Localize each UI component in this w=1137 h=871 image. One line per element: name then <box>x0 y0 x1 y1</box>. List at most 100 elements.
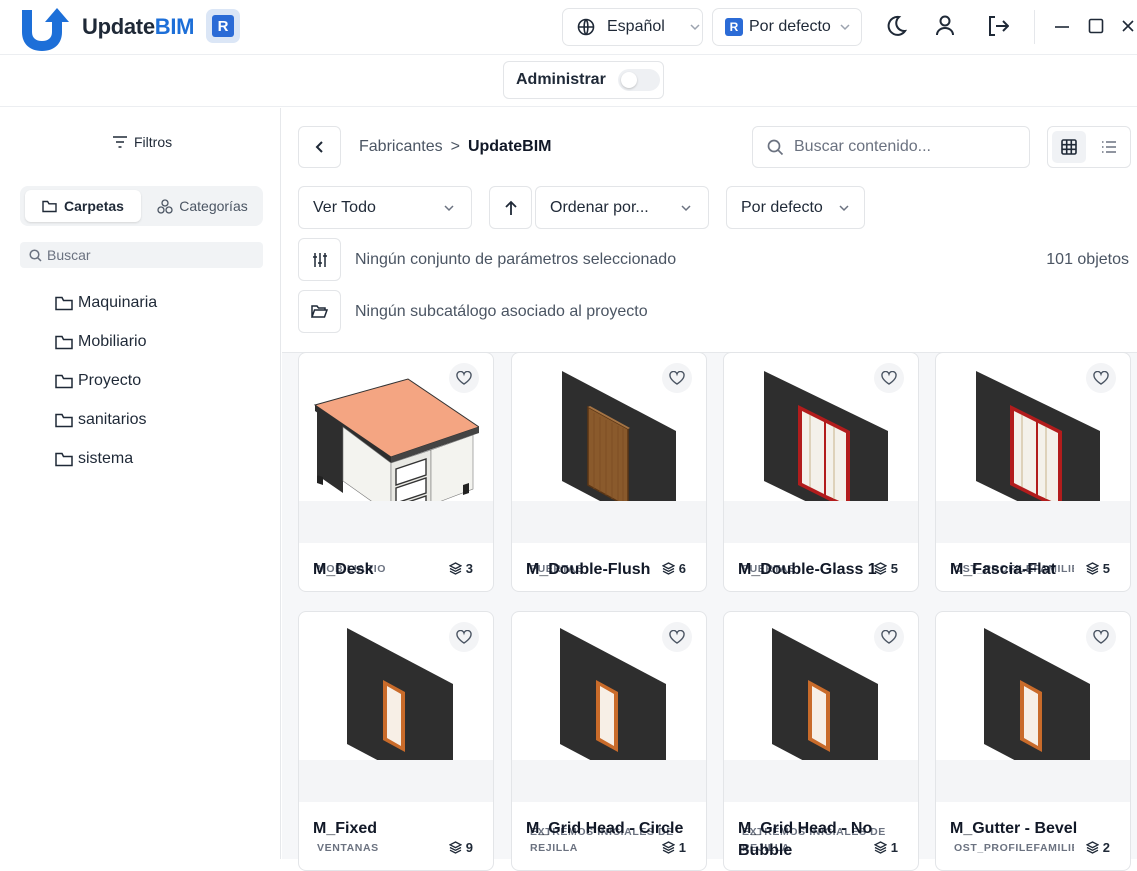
item-name: M_Fascia-Flat <box>950 561 1056 578</box>
list-view-button[interactable] <box>1092 131 1126 163</box>
breadcrumb-separator: > <box>450 138 460 155</box>
back-button[interactable] <box>298 126 341 168</box>
folder-label: Proyecto <box>78 372 142 389</box>
favorite-heart-icon[interactable] <box>662 363 692 393</box>
sort-by-select[interactable]: Ordenar por... <box>535 186 709 229</box>
chevron-down-icon <box>680 202 692 214</box>
item-name: M_Gutter - Bevel <box>950 820 1078 837</box>
favorite-heart-icon[interactable] <box>1086 622 1116 652</box>
item-category: VENTANAS <box>317 842 379 854</box>
sidebar-item-sanitarios[interactable]: sanitarios <box>55 411 146 429</box>
sidebar-search-input[interactable]: Buscar <box>20 242 263 268</box>
chevron-down-icon <box>675 21 713 33</box>
breadcrumb: Fabricantes > UpdateBIM <box>359 138 552 156</box>
categories-icon <box>157 198 173 214</box>
layers-icon <box>661 840 675 854</box>
folder-icon <box>42 200 57 213</box>
maximize-icon[interactable] <box>1088 18 1104 34</box>
globe-icon <box>563 18 607 36</box>
filters-button[interactable]: Filtros <box>112 134 172 150</box>
chevron-left-icon <box>315 140 325 154</box>
item-name: M_Grid Head - No Bubble <box>738 820 873 859</box>
item-card[interactable]: PUERTAS 5 M_Double-Glass 1 <box>723 352 919 592</box>
content-search-placeholder: Buscar contenido... <box>794 138 931 155</box>
sidebar-item-sistema[interactable]: sistema <box>55 450 133 468</box>
revit-small-badge: R <box>725 18 743 36</box>
revit-badge-letter: R <box>212 15 234 37</box>
admin-switch[interactable] <box>617 69 660 91</box>
object-count: 101 objetos <box>1046 251 1129 268</box>
arrow-up-icon <box>504 200 518 216</box>
list-icon <box>1101 140 1117 154</box>
parameters-button[interactable] <box>298 238 341 281</box>
admin-toggle[interactable]: Administrar <box>503 61 664 99</box>
close-icon[interactable] <box>1121 18 1135 34</box>
subcatalog-button[interactable] <box>298 290 341 333</box>
sidebar-search-placeholder: Buscar <box>47 247 91 263</box>
folder-label: Mobiliario <box>78 333 147 350</box>
user-icon[interactable] <box>934 14 956 38</box>
search-icon <box>29 248 42 262</box>
profile-filter-select[interactable]: Por defecto <box>726 186 865 229</box>
favorite-heart-icon[interactable] <box>449 622 479 652</box>
view-all-label: Ver Todo <box>313 198 376 216</box>
item-name: M_Double-Flush <box>526 561 651 578</box>
dark-mode-icon[interactable] <box>885 14 907 38</box>
folder-icon <box>55 296 73 311</box>
thumbnail-footer <box>724 501 918 543</box>
breadcrumb-parent[interactable]: Fabricantes <box>359 138 443 156</box>
favorite-heart-icon[interactable] <box>874 363 904 393</box>
folder-icon <box>55 335 73 350</box>
filter-icon <box>112 135 128 149</box>
variants-count: 2 <box>1102 839 1110 855</box>
tab-categories-label: Categorías <box>179 198 248 214</box>
item-card[interactable]: EXTREMOS INICIALES DE REJILLA 1 M_Grid H… <box>511 611 707 871</box>
thumbnail-footer <box>512 760 706 802</box>
profile-filter-label: Por defecto <box>741 198 823 216</box>
favorite-heart-icon[interactable] <box>449 363 479 393</box>
sort-direction-button[interactable] <box>489 186 532 229</box>
item-card[interactable]: OST_PROFILEFAMILIES 5 M_Fascia-Flat <box>935 352 1131 592</box>
layers-icon <box>448 840 462 854</box>
sidebar-item-proyecto[interactable]: Proyecto <box>55 372 141 390</box>
chevron-down-icon <box>443 202 455 214</box>
view-all-select[interactable]: Ver Todo <box>298 186 472 229</box>
language-select[interactable]: Español <box>562 8 703 46</box>
grid-view-button[interactable] <box>1052 131 1086 163</box>
favorite-heart-icon[interactable] <box>662 622 692 652</box>
filters-label: Filtros <box>134 134 173 150</box>
folder-label: sanitarios <box>78 411 147 428</box>
folder-label: Maquinaria <box>78 294 158 311</box>
item-card[interactable]: PUERTAS 6 M_Double-Flush <box>511 352 707 592</box>
item-card[interactable]: OST_PROFILEFAMILIES 2 M_Gutter - Bevel <box>935 611 1131 871</box>
folder-icon <box>55 452 73 467</box>
sidebar-item-mobiliario[interactable]: Mobiliario <box>55 333 146 351</box>
grid-icon <box>1061 139 1077 155</box>
item-name: M_Grid Head - Circle <box>526 820 684 837</box>
item-card[interactable]: EXTREMOS INICIALES DE REJILLA 1 M_Grid H… <box>723 611 919 871</box>
favorite-heart-icon[interactable] <box>1086 363 1116 393</box>
content-search-input[interactable]: Buscar contenido... <box>752 126 1030 168</box>
thumbnail-footer <box>512 501 706 543</box>
language-label: Español <box>607 18 665 35</box>
profile-label: Por defecto <box>749 18 831 35</box>
favorite-heart-icon[interactable] <box>874 622 904 652</box>
tab-folders[interactable]: Carpetas <box>25 190 141 222</box>
app-name-part1: Update <box>82 14 155 39</box>
minimize-icon[interactable] <box>1054 18 1070 34</box>
folder-label: sistema <box>78 450 134 467</box>
item-card[interactable]: MOBILIARIO 3 M_Desk <box>298 352 494 592</box>
sliders-icon <box>312 252 328 268</box>
item-name: M_Double-Glass 1 <box>738 561 877 578</box>
variants-count: 1 <box>678 839 686 855</box>
item-card[interactable]: VENTANAS 9 M_Fixed <box>298 611 494 871</box>
profile-select[interactable]: R Por defecto <box>712 8 862 46</box>
sidebar-item-maquinaria[interactable]: Maquinaria <box>55 294 157 312</box>
tab-folders-label: Carpetas <box>64 198 124 214</box>
breadcrumb-current: UpdateBIM <box>467 138 552 155</box>
item-name: M_Desk <box>313 561 374 578</box>
folder-open-icon <box>311 304 328 319</box>
logout-icon[interactable] <box>987 14 1009 38</box>
chevron-down-icon <box>839 21 851 33</box>
tab-categories[interactable]: Categorías <box>146 190 259 222</box>
